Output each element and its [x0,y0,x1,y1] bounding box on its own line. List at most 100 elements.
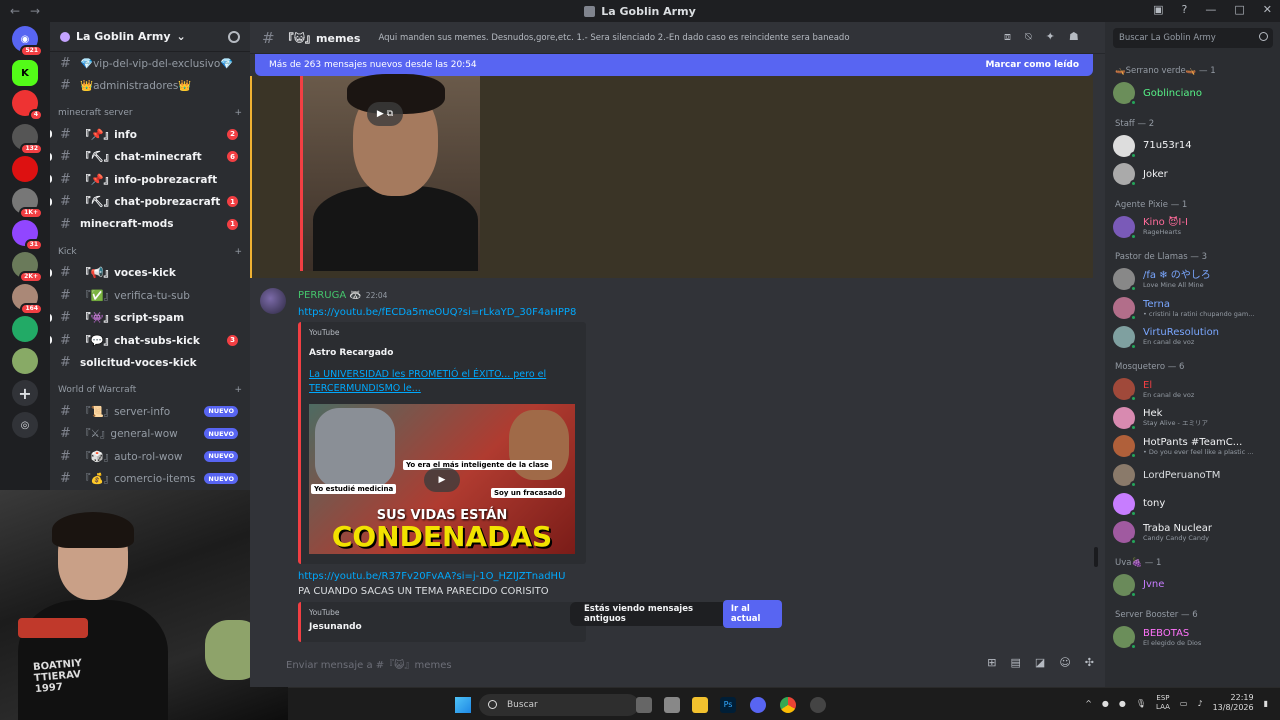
emoji-icon[interactable]: ☺ [1059,656,1070,669]
inbox-icon[interactable]: ▣ [1153,3,1163,16]
add-server-icon[interactable]: + [12,380,38,406]
server-8[interactable] [12,316,38,342]
member-item[interactable]: /fa ❄ のやしろ Love Mine All Mine [1113,266,1278,293]
member-item[interactable]: HotPants #TeamC... • Do you ever feel lik… [1113,433,1278,460]
message-link[interactable]: https://youtu.be/R37Fv20FvAA?si=j-1O_HZI… [298,571,565,582]
task-view-icon[interactable] [636,697,652,713]
embed-title-link[interactable]: La UNIVERSIDAD les PROMETIÓ el ÉXITO... … [309,368,559,396]
channel-item[interactable]: # 『💬』chat-subs-kick 3 [50,329,250,352]
mark-as-read-button[interactable]: Marcar como leído [985,60,1079,70]
app-icon[interactable] [810,697,826,713]
play-icon[interactable]: ▶ ⧉ [367,102,403,126]
message-author[interactable]: PERRUGA 🦝 [298,290,362,301]
member-item[interactable]: Goblinciano [1113,80,1278,106]
back-forward-icon[interactable]: ←→ [10,4,50,18]
channel-item[interactable]: # 『⛏』chat-pobrezacraft 1 [50,191,250,214]
photoshop-icon[interactable]: Ps [720,697,736,713]
channel-item[interactable]: # solicitud-voces-kick [50,352,250,375]
members-icon[interactable]: ☗ [1069,30,1079,44]
server-twitch[interactable]: 31 [12,220,43,251]
mic-icon[interactable]: 🎙 [1136,699,1146,708]
add-channel-icon[interactable]: + [234,385,242,395]
member-item[interactable]: Kino 😈I-I RageHearts [1113,214,1278,240]
clock[interactable]: 22:19 13/8/2026 [1213,693,1254,713]
channel-item[interactable]: # 『📜』server-info NUEVO [50,400,250,423]
channel-item[interactable]: # 『👾』script-spam [50,307,250,330]
channel-item[interactable]: # 💎vip-del-vip-del-exclusivo💎 [50,52,250,75]
minimize-icon[interactable]: — [1205,3,1216,16]
server-9[interactable] [12,348,38,374]
embed-author[interactable]: Astro Recargado [309,348,393,358]
apps-icon[interactable]: ✣ [1085,656,1094,669]
language-indicator[interactable]: ESP LAA [1156,694,1170,712]
channel-item[interactable]: # 『📢』voces-kick [50,262,250,285]
server-kick[interactable]: K [12,60,38,86]
member-item[interactable]: Hek Stay Alive - エミリア [1113,405,1278,431]
play-icon[interactable]: ▶ [424,468,460,492]
mute-bell-icon[interactable]: ⍉ [1025,30,1032,44]
video-embed[interactable]: ▶ ⧉ [300,74,480,271]
add-channel-icon[interactable]: + [234,247,242,257]
server-5[interactable]: 1K+ [12,188,43,219]
member-item[interactable]: Jvne [1113,572,1278,598]
discord-icon[interactable] [750,697,766,713]
discover-icon[interactable]: ◎ [12,412,38,438]
channel-topic[interactable]: Aqui manden sus memes. Desnudos,gore,etc… [378,33,849,43]
category-kick[interactable]: Kick + [50,242,250,262]
member-item[interactable]: VirtuResolution En canal de voz [1113,324,1278,350]
member-item[interactable]: Joker [1113,161,1278,188]
channel-item[interactable]: # 『🎲』auto-rol-wow NUEVO [50,445,250,468]
notification-icon[interactable]: ▮ [1264,699,1268,708]
channel-item[interactable]: # 『⚔』general-wow NUEVO [50,423,250,446]
channel-item[interactable]: # 『📌』info 2 [50,123,250,146]
pin-icon[interactable]: ✦ [1046,30,1055,44]
embed-author[interactable]: Jesunando [309,622,362,632]
close-icon[interactable]: ✕ [1263,3,1272,16]
message-link[interactable]: https://youtu.be/fECDa5meOUQ?si=rLkaYD_3… [298,307,576,318]
gift-icon[interactable]: ⊞ [987,656,996,669]
category-wow[interactable]: World of Warcraft + [50,380,250,400]
tray-app-icon[interactable]: ● [1102,699,1109,708]
channel-item[interactable]: # 『📌』info-pobrezacraft [50,168,250,191]
server-header[interactable]: La Goblin Army ⌄ [50,22,250,52]
windows-start-icon[interactable] [455,697,471,713]
server-2[interactable]: 4 [12,90,43,121]
scrollbar[interactable] [1094,547,1098,567]
server-goblin[interactable]: 2K+ [12,252,43,283]
jump-to-present-button[interactable]: Ir al actual [722,600,782,628]
chevron-up-icon[interactable]: ^ [1085,699,1092,708]
category-minecraft[interactable]: minecraft server + [50,103,250,123]
taskbar-search[interactable]: Buscar [479,694,639,716]
video-thumbnail[interactable]: Yo era el más inteligente de la clase Yo… [309,404,575,554]
channel-item[interactable]: # 『✅』verifica-tu-sub [50,284,250,307]
message-input[interactable]: Enviar mensaje a #『😺』memes ⊞ ▤ ◪ ☺ ✣ [286,649,1094,677]
member-item[interactable]: Traba Nuclear Candy Candy Candy [1113,519,1278,546]
search-input[interactable]: Buscar La Goblin Army [1113,28,1273,48]
channel-item[interactable]: # 👑administradores👑 [50,75,250,98]
app-icon[interactable] [664,697,680,713]
member-item[interactable]: 71u53r14 [1113,133,1278,159]
channel-item[interactable]: # 『💰』comercio-items NUEVO [50,468,250,491]
direct-messages-icon[interactable]: ◉ 521 [12,26,43,57]
volume-icon[interactable]: ♪ [1197,699,1202,708]
gif-icon[interactable]: ▤ [1011,656,1021,669]
threads-icon[interactable]: ⧈ [1004,30,1011,44]
add-channel-icon[interactable]: + [234,108,242,118]
member-item[interactable]: Terna • cristini la ratini chupando gam..… [1113,295,1278,321]
help-icon[interactable]: ? [1182,3,1188,16]
channel-item[interactable]: # minecraft-mods 1 [50,213,250,236]
tray-app-icon[interactable]: ● [1119,699,1126,708]
invite-icon[interactable] [228,31,240,43]
member-item[interactable]: BEBOTAS El elegido de Dios [1113,624,1278,651]
member-item[interactable]: LordPeruanoTM [1113,462,1278,488]
server-3[interactable]: 132 [12,124,43,155]
sticker-icon[interactable]: ◪ [1035,656,1045,669]
server-7[interactable]: 164 [12,284,43,315]
network-icon[interactable]: ▭ [1180,699,1188,708]
new-messages-bar[interactable]: Más de 263 mensajes nuevos desde las 20:… [255,54,1093,76]
member-item[interactable]: tony [1113,491,1278,517]
channel-item[interactable]: # 『⛏』chat-minecraft 6 [50,146,250,169]
avatar[interactable] [260,288,286,314]
file-explorer-icon[interactable] [692,697,708,713]
server-4[interactable] [12,156,38,182]
